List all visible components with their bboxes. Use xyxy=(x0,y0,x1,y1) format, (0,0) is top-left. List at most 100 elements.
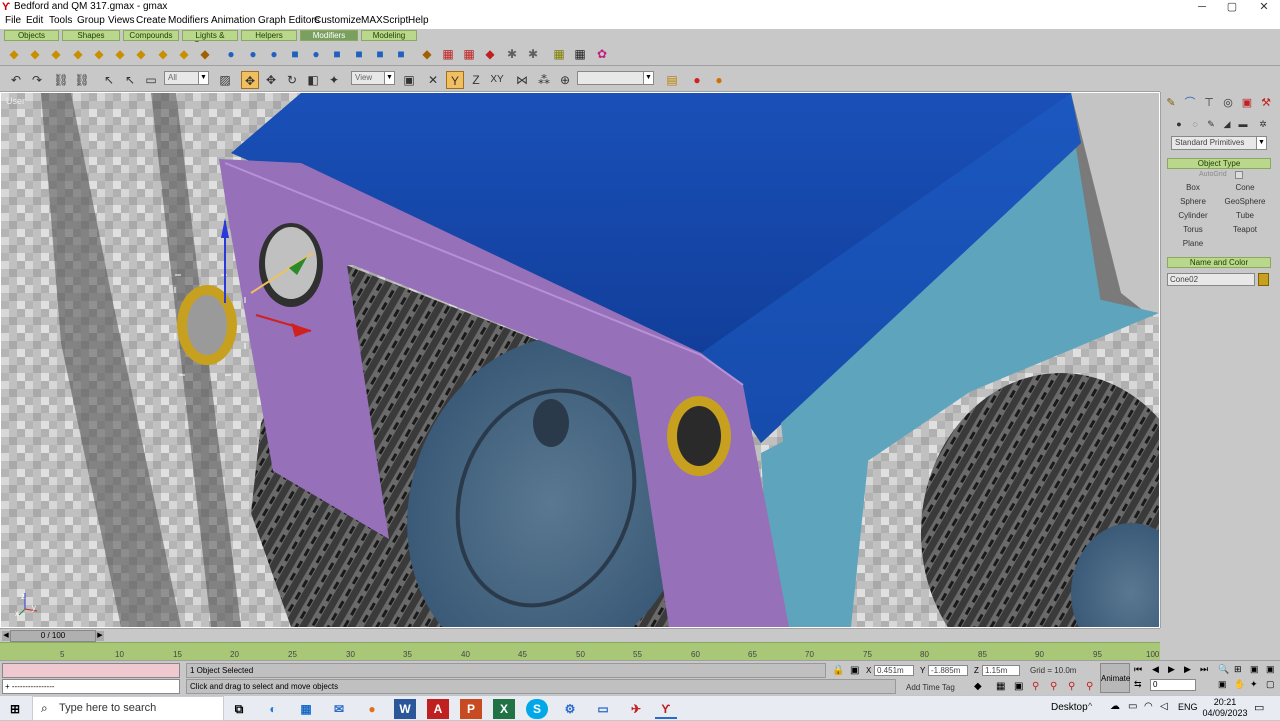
percent-snap-icon[interactable]: ⚲ xyxy=(1068,681,1075,692)
align-icon[interactable]: ⊕ xyxy=(556,71,574,89)
remote-desktop-icon[interactable]: ▭ xyxy=(592,699,614,719)
object-type-rollout[interactable]: Object Type xyxy=(1167,158,1271,169)
uniform-scale-icon[interactable]: ✦ xyxy=(325,71,343,89)
modifier-spherify-icon[interactable]: ● xyxy=(266,46,282,62)
geometry-icon[interactable]: ● xyxy=(1171,117,1187,131)
selection-filter-dropdown[interactable]: All ▼ xyxy=(164,71,209,85)
helpers-icon[interactable]: ▬ xyxy=(1235,117,1251,131)
firefox-icon[interactable]: ● xyxy=(361,699,383,719)
powerpoint-icon[interactable]: P xyxy=(460,699,482,719)
menu-create[interactable]: Create xyxy=(136,15,166,26)
select-object-icon[interactable]: ↖ xyxy=(100,71,118,89)
tab-helpers[interactable]: Helpers xyxy=(241,30,297,41)
select-and-move-icon[interactable]: ✥ xyxy=(241,71,259,89)
select-and-rotate-icon[interactable]: ✥ xyxy=(262,71,280,89)
geosphere-button[interactable]: GeoSphere xyxy=(1221,195,1269,208)
x-coord-field[interactable]: 0.451m xyxy=(874,665,914,676)
close-button[interactable]: ✕ xyxy=(1250,0,1278,14)
clock-time[interactable]: 20:21 xyxy=(1210,697,1240,707)
menu-modifiers[interactable]: Modifiers xyxy=(168,15,209,26)
create-panel-icon[interactable]: ✎ xyxy=(1163,96,1179,110)
store-icon[interactable]: ▦ xyxy=(295,699,317,719)
sphere-button[interactable]: Sphere xyxy=(1169,195,1217,208)
maximize-button[interactable]: ▢ xyxy=(1218,0,1246,14)
modifier-uvw-icon[interactable]: ◆ xyxy=(419,46,435,62)
task-view-icon[interactable]: ⧉ xyxy=(228,699,250,719)
mirror-icon[interactable]: ⋈ xyxy=(513,71,531,89)
modifier-normal-icon[interactable]: ✱ xyxy=(525,46,541,62)
time-slider[interactable]: ◀ 0 / 100 ▶ xyxy=(0,628,1160,642)
material-editor-icon[interactable]: ● xyxy=(688,71,706,89)
animate-button[interactable]: Animate xyxy=(1100,663,1130,693)
go-to-end-icon[interactable]: ⏭ xyxy=(1200,664,1208,675)
modifier-mesh-select-icon[interactable]: ▦ xyxy=(440,46,456,62)
snap-toggle-icon[interactable]: ⚲ xyxy=(1032,681,1039,692)
modifier-mirror-icon[interactable]: ■ xyxy=(329,46,345,62)
pan-icon[interactable]: ✋ xyxy=(1234,679,1245,690)
set-key-icon[interactable]: ▦ xyxy=(996,681,1005,692)
battery-icon[interactable]: ▭ xyxy=(1128,701,1137,712)
menu-customize[interactable]: Customize xyxy=(314,15,361,26)
menu-help[interactable]: Help xyxy=(408,15,429,26)
mail-icon[interactable]: ✉ xyxy=(328,699,350,719)
maxscript-line[interactable]: + ---------------- xyxy=(2,679,180,694)
notifications-icon[interactable]: ▭ xyxy=(1254,701,1264,714)
modifier-vertex-paint-icon[interactable]: ✿ xyxy=(594,46,610,62)
z-coord-field[interactable]: 1.15m xyxy=(982,665,1020,676)
cylinder-button[interactable]: Cylinder xyxy=(1169,209,1217,222)
wifi-icon[interactable]: ◠ xyxy=(1144,701,1153,712)
flight-sim-icon[interactable]: ✈ xyxy=(625,699,647,719)
teapot-button[interactable]: Teapot xyxy=(1221,223,1269,236)
zoom-extents-icon[interactable]: ▣ xyxy=(1250,664,1259,675)
next-frame-icon[interactable]: ▶ xyxy=(1184,664,1191,675)
modifier-smooth-icon[interactable]: ✱ xyxy=(504,46,520,62)
excel-icon[interactable]: X xyxy=(493,699,515,719)
menu-group[interactable]: Group xyxy=(77,15,105,26)
modifier-wave-icon[interactable]: ◆ xyxy=(197,46,213,62)
render-icon[interactable]: ● xyxy=(710,71,728,89)
edge-icon[interactable]: ◐ xyxy=(262,699,284,719)
clock-date[interactable]: 04/09/2023 xyxy=(1198,708,1252,718)
zoom-extents-all-icon[interactable]: ▣ xyxy=(1266,664,1275,675)
lights-icon[interactable]: ✎ xyxy=(1203,117,1219,131)
play-icon[interactable]: ▶ xyxy=(1168,664,1175,675)
menu-file[interactable]: File xyxy=(5,15,21,26)
restrict-xy-icon[interactable]: XY xyxy=(488,71,506,89)
select-and-link-icon[interactable]: ⛓ xyxy=(52,71,70,89)
absolute-mode-icon[interactable]: ▣ xyxy=(850,665,859,676)
maxscript-listener-field[interactable] xyxy=(2,663,180,678)
tab-objects[interactable]: Objects xyxy=(4,30,59,41)
window-crossing-icon[interactable]: ▨ xyxy=(216,71,234,89)
systems-icon[interactable]: ✲ xyxy=(1255,117,1271,131)
autogrid-checkbox[interactable] xyxy=(1235,171,1243,179)
volume-icon[interactable]: ◁ xyxy=(1160,701,1168,712)
time-slider-left-icon[interactable]: ◀ xyxy=(2,631,10,641)
minimize-button[interactable]: ─ xyxy=(1188,0,1216,14)
restrict-x-icon[interactable]: ✕ xyxy=(424,71,442,89)
onedrive-icon[interactable]: ☁ xyxy=(1110,701,1120,712)
modifier-taper-icon[interactable]: ◆ xyxy=(27,46,43,62)
select-and-scale-icon[interactable]: ◧ xyxy=(304,71,322,89)
rectangular-selection-icon[interactable]: ▭ xyxy=(142,71,160,89)
key-mode-toggle-icon[interactable]: ⇆ xyxy=(1134,679,1142,690)
field-of-view-icon[interactable]: ▣ xyxy=(1218,679,1227,690)
pivot-center-icon[interactable]: ▣ xyxy=(400,71,418,89)
box-button[interactable]: Box xyxy=(1169,181,1217,194)
modifier-checker-icon[interactable]: ▦ xyxy=(572,46,588,62)
menu-animation[interactable]: Animation xyxy=(211,15,255,26)
viewport-user[interactable]: User z y x xyxy=(0,92,1160,628)
hierarchy-panel-icon[interactable]: ⊤ xyxy=(1201,96,1217,110)
restrict-y-icon[interactable]: Y xyxy=(446,71,464,89)
modifier-relax-icon[interactable]: ◆ xyxy=(155,46,171,62)
windows-start-icon[interactable]: ⊞ xyxy=(4,699,26,719)
utilities-panel-icon[interactable]: ⚒ xyxy=(1258,96,1274,110)
menu-views[interactable]: Views xyxy=(108,15,135,26)
modifier-skew-icon[interactable]: ● xyxy=(223,46,239,62)
lock-icon[interactable]: 🔒 xyxy=(832,665,844,676)
modifier-preserve-icon[interactable]: ■ xyxy=(393,46,409,62)
object-color-swatch[interactable] xyxy=(1258,273,1269,286)
go-to-start-icon[interactable]: ⏮ xyxy=(1134,664,1142,675)
cone-button[interactable]: Cone xyxy=(1221,181,1269,194)
arc-rotate-icon[interactable]: ✦ xyxy=(1250,679,1258,690)
menu-tools[interactable]: Tools xyxy=(49,15,72,26)
